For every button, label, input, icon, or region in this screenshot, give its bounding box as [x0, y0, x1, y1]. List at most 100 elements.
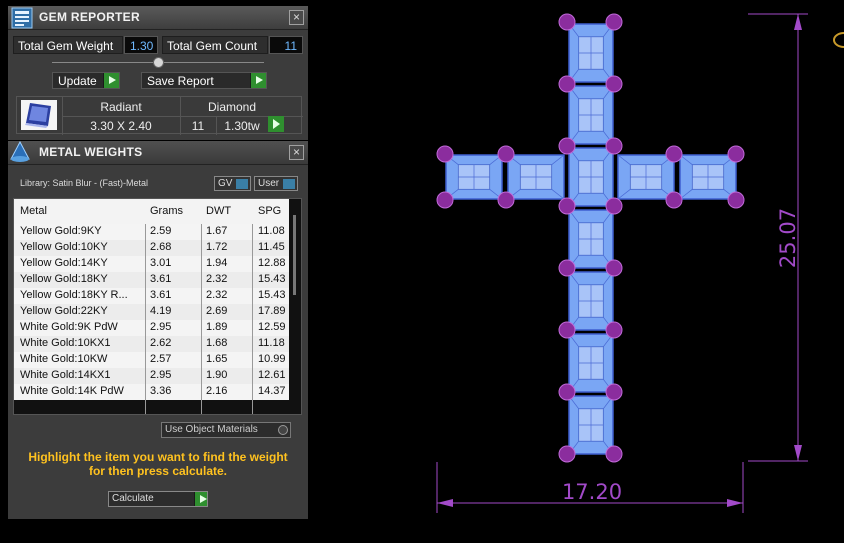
vertical-scrollbar[interactable]	[293, 215, 296, 295]
radiant-gem[interactable]	[568, 85, 614, 145]
table-row[interactable]: Yellow Gold:10KY 2.68 1.72 11.45	[14, 240, 289, 256]
prong[interactable]	[605, 445, 623, 463]
radiant-gem[interactable]	[568, 147, 614, 207]
gem-row-go-button[interactable]	[268, 116, 284, 132]
table-row[interactable]: Yellow Gold:9KY 2.59 1.67 11.08	[14, 224, 289, 240]
column-header-dwt[interactable]: DWT	[206, 205, 231, 217]
prong[interactable]	[665, 191, 683, 209]
table-row[interactable]: Yellow Gold:18KY R... 3.61 2.32 15.43	[14, 288, 289, 304]
prong[interactable]	[605, 137, 623, 155]
metal-table-header: Metal Grams DWT SPG	[14, 199, 289, 224]
prong[interactable]	[558, 321, 576, 339]
prong[interactable]	[558, 13, 576, 31]
gem-reporter-close-button[interactable]: ×	[289, 10, 304, 25]
prong[interactable]	[558, 197, 576, 215]
prong[interactable]	[558, 383, 576, 401]
prong[interactable]	[436, 145, 454, 163]
dwt-cell: 2.69	[206, 305, 228, 317]
grams-cell: 2.95	[150, 321, 172, 333]
radiant-gem[interactable]	[568, 271, 614, 331]
spg-cell: 17.89	[258, 305, 286, 317]
radiant-gem[interactable]	[679, 154, 737, 200]
radiant-gem[interactable]	[568, 333, 614, 393]
design-viewport[interactable]: 25.07 17.20	[310, 0, 844, 543]
prong[interactable]	[497, 145, 515, 163]
prong[interactable]	[436, 191, 454, 209]
calculate-button-label: Calculate	[112, 493, 154, 504]
table-row[interactable]: White Gold:14KX1 2.95 1.90 12.61	[14, 368, 289, 384]
dwt-cell: 1.65	[206, 353, 228, 365]
spg-cell: 15.43	[258, 289, 286, 301]
update-button-label: Update	[58, 74, 97, 88]
prong[interactable]	[558, 259, 576, 277]
gem-weight-value: 1.30tw	[224, 119, 260, 133]
prong[interactable]	[605, 75, 623, 93]
dwt-cell: 1.72	[206, 241, 228, 253]
spg-cell: 11.45	[258, 241, 285, 253]
grams-cell: 3.36	[150, 385, 172, 397]
radiant-gem[interactable]	[568, 23, 614, 83]
gv-toggle-label: GV	[218, 178, 233, 189]
table-row[interactable]: Yellow Gold:14KY 3.01 1.94 12.88	[14, 256, 289, 272]
use-object-materials-option[interactable]: Use Object Materials	[161, 422, 291, 438]
spg-cell: 11.18	[258, 337, 285, 349]
metal-name-cell: Yellow Gold:22KY	[20, 305, 108, 317]
metal-name-cell: White Gold:14KX1	[20, 369, 111, 381]
save-report-button[interactable]: Save Report	[141, 72, 267, 89]
gem-size-value: 3.30 X 2.40	[90, 119, 152, 133]
prong[interactable]	[605, 13, 623, 31]
cross-design-canvas[interactable]: 25.07 17.20	[310, 0, 844, 543]
gem-slider-handle[interactable]	[153, 57, 164, 68]
user-toggle[interactable]: User	[254, 176, 298, 191]
metal-name-cell: White Gold:10KW	[20, 353, 108, 365]
prong[interactable]	[727, 191, 745, 209]
prong[interactable]	[727, 145, 745, 163]
table-row[interactable]: Yellow Gold:18KY 3.61 2.32 15.43	[14, 272, 289, 288]
radiant-gem[interactable]	[568, 209, 614, 269]
spg-cell: 12.88	[258, 257, 286, 269]
radiant-gem[interactable]	[568, 395, 614, 455]
calculate-button[interactable]: Calculate	[108, 491, 208, 507]
prong[interactable]	[558, 75, 576, 93]
total-gem-weight-value: 1.30	[124, 36, 158, 54]
radiant-gem[interactable]	[445, 154, 503, 200]
gem-shape-header: Radiant	[100, 100, 142, 114]
spg-cell: 14.37	[258, 385, 286, 397]
prong[interactable]	[558, 137, 576, 155]
toggle-indicator-icon	[236, 179, 248, 189]
prong[interactable]	[605, 259, 623, 277]
prong[interactable]	[665, 145, 683, 163]
save-report-button-label: Save Report	[147, 74, 214, 88]
column-header-grams[interactable]: Grams	[150, 205, 183, 217]
metal-cone-icon	[10, 141, 30, 162]
column-header-spg[interactable]: SPG	[258, 205, 281, 217]
metal-weights-table[interactable]: Metal Grams DWT SPG Yellow Gold:9KY 2.59 1…	[13, 198, 302, 415]
update-button[interactable]: Update	[52, 72, 120, 89]
hint-line-2: for then press calculate.	[88, 464, 228, 478]
metal-weights-titlebar[interactable]: METAL WEIGHTS ×	[8, 141, 308, 165]
gem-count-value: 11	[191, 119, 205, 133]
metal-name-cell: Yellow Gold:9KY	[20, 225, 102, 237]
dwt-cell: 1.89	[206, 321, 228, 333]
prong[interactable]	[605, 197, 623, 215]
table-row[interactable]: White Gold:10KW 2.57 1.65 10.99	[14, 352, 289, 368]
radiant-gem[interactable]	[507, 154, 565, 200]
prong[interactable]	[558, 445, 576, 463]
metal-weights-close-button[interactable]: ×	[289, 145, 304, 160]
dwt-cell: 1.67	[206, 225, 228, 237]
table-row[interactable]: White Gold:14K PdW 3.36 2.16 14.37	[14, 384, 289, 400]
hint-line-1: Highlight the item you want to find the …	[28, 450, 288, 464]
prong[interactable]	[605, 383, 623, 401]
table-row[interactable]: White Gold:9K PdW 2.95 1.89 12.59	[14, 320, 289, 336]
radiant-gem[interactable]	[617, 154, 675, 200]
prong[interactable]	[497, 191, 515, 209]
gv-toggle[interactable]: GV	[214, 176, 251, 191]
column-header-metal[interactable]: Metal	[20, 205, 47, 217]
prong[interactable]	[605, 321, 623, 339]
grams-cell: 3.61	[150, 289, 172, 301]
table-row[interactable]: Yellow Gold:22KY 4.19 2.69 17.89	[14, 304, 289, 320]
table-row[interactable]: White Gold:10KX1 2.62 1.68 11.18	[14, 336, 289, 352]
gem-reporter-titlebar[interactable]: GEM REPORTER ×	[8, 6, 308, 30]
total-gem-count-label: Total Gem Count	[162, 36, 268, 54]
gem-reporter-title: GEM REPORTER	[39, 10, 140, 24]
